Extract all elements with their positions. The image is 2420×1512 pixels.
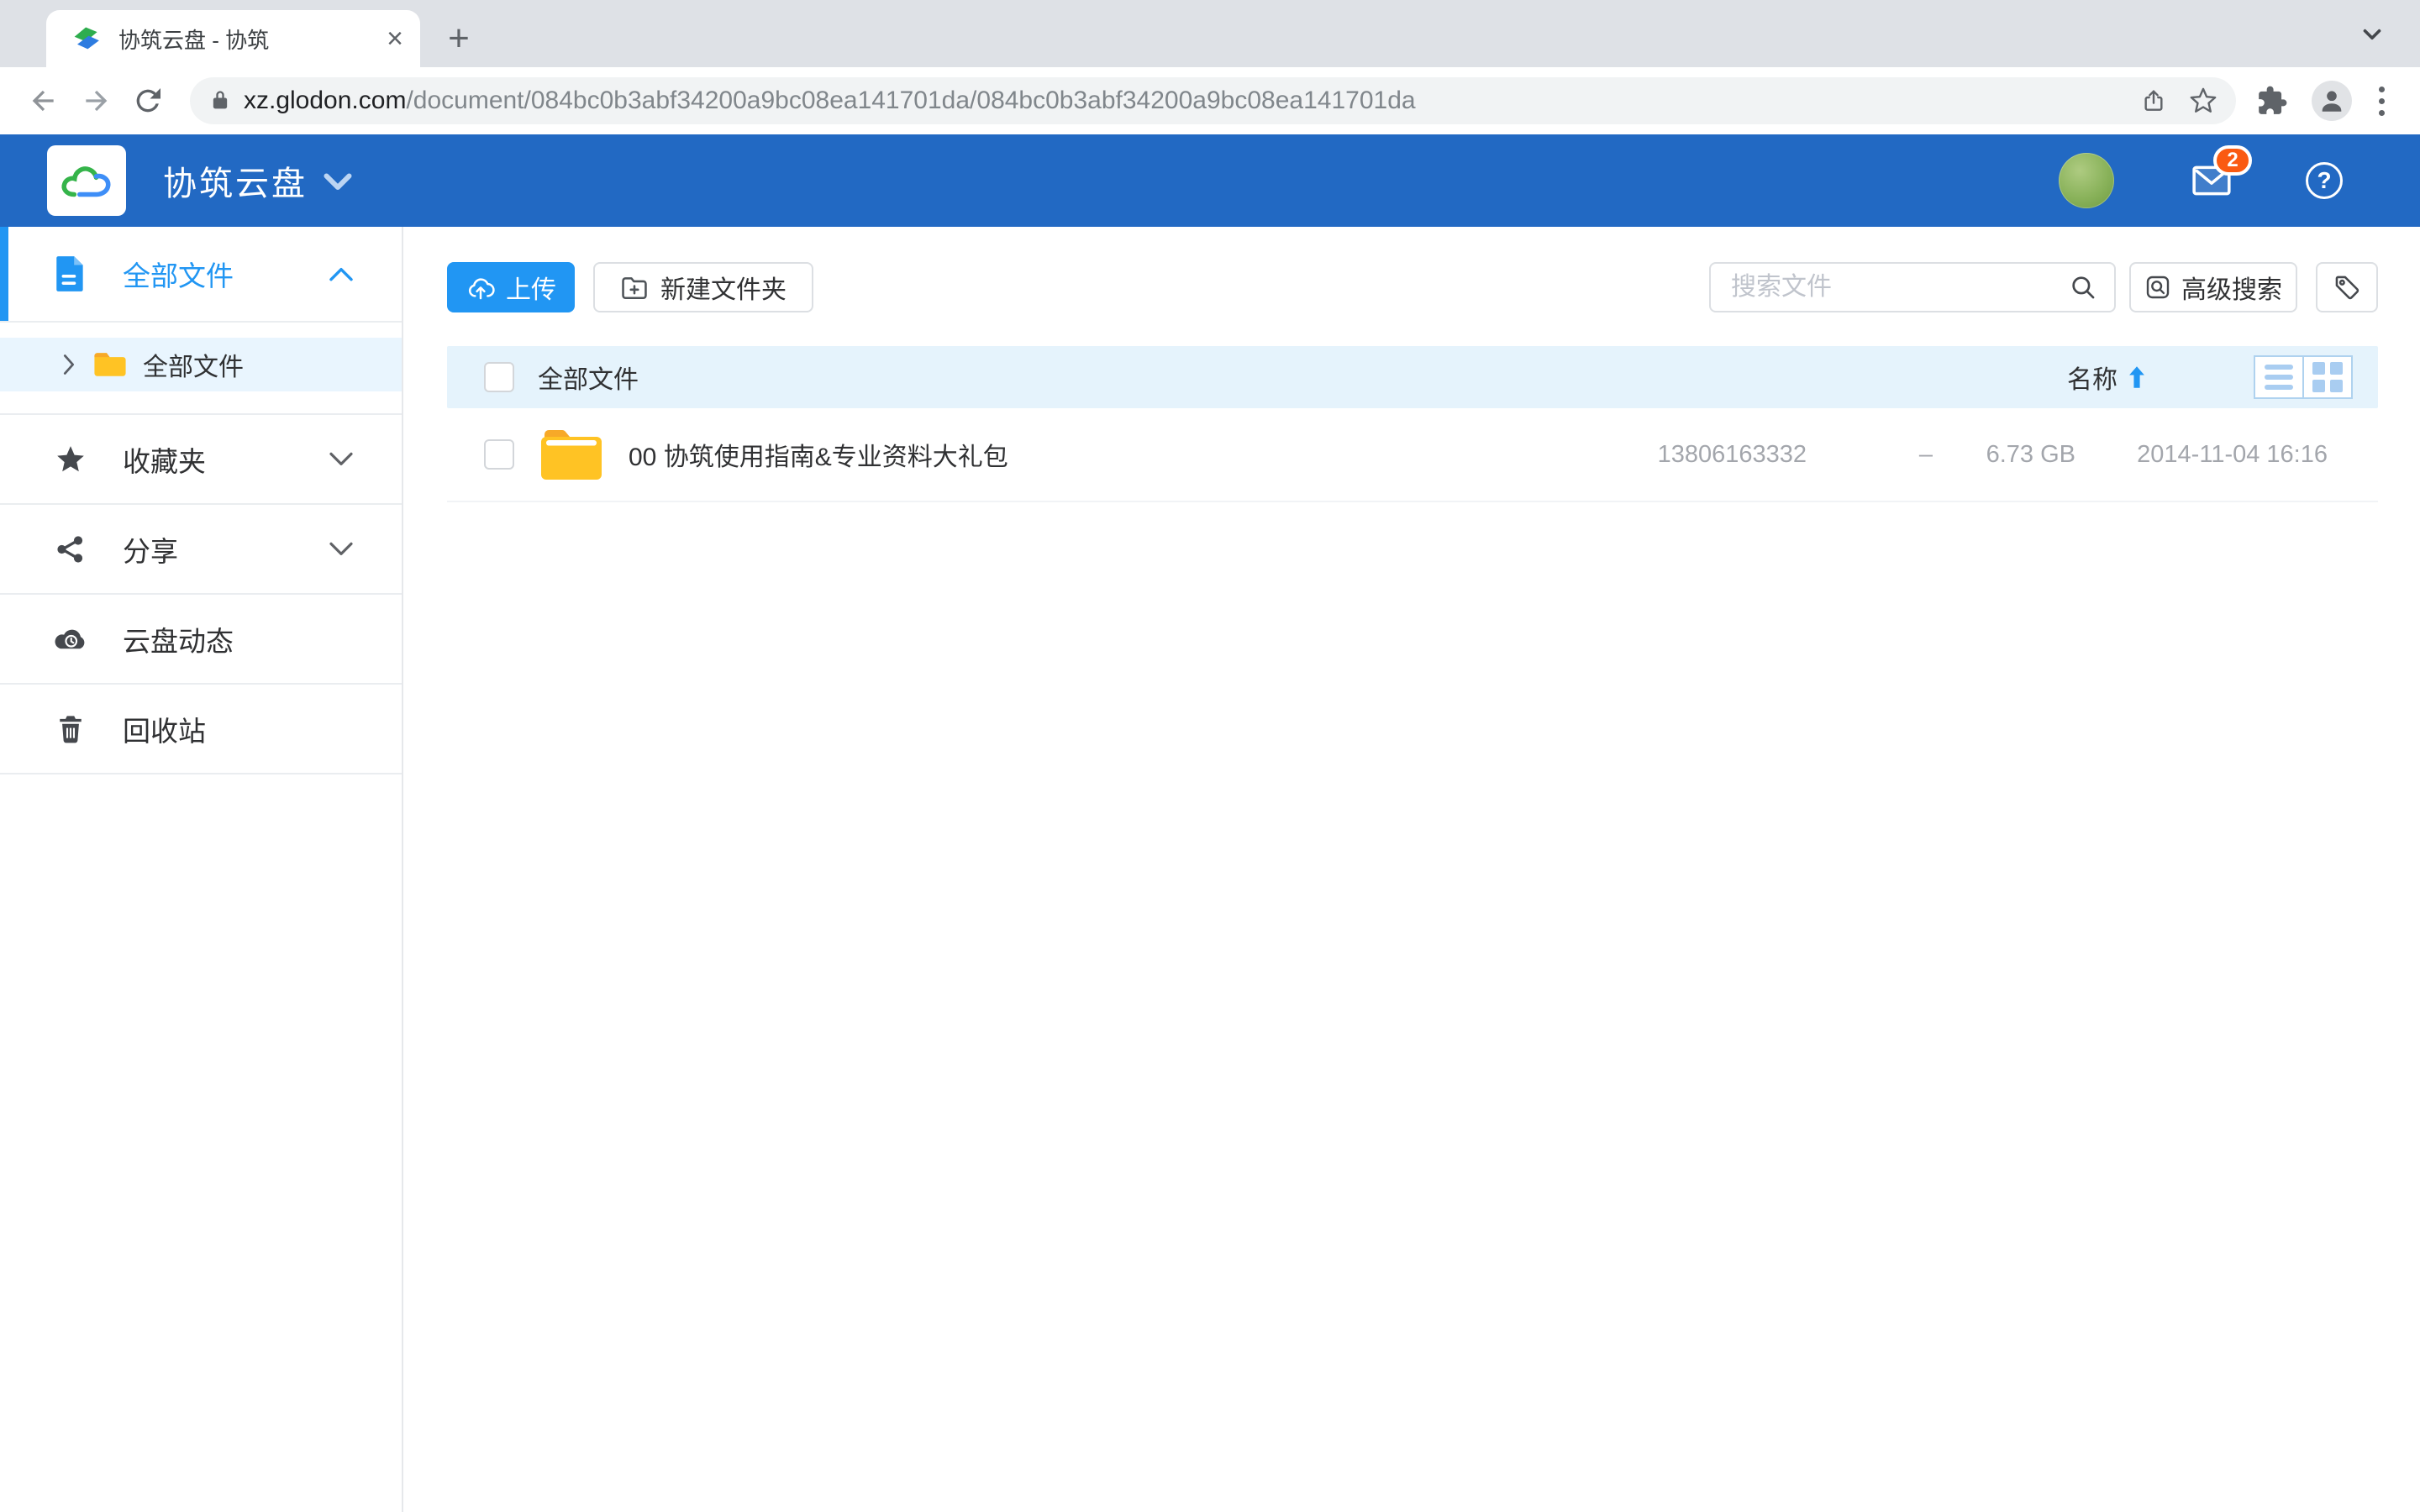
sidebar-item-activity[interactable]: 云盘动态 bbox=[0, 595, 402, 683]
tag-filter-button[interactable] bbox=[2316, 262, 2378, 312]
advanced-search-icon bbox=[2144, 274, 2171, 301]
advanced-search-button[interactable]: 高级搜索 bbox=[2129, 262, 2297, 312]
trash-icon bbox=[52, 713, 89, 745]
active-indicator bbox=[0, 227, 8, 321]
file-version: – bbox=[1807, 441, 1933, 469]
sort-control[interactable]: 名称 bbox=[2067, 359, 2148, 396]
app-switcher-chevron-icon[interactable] bbox=[323, 171, 353, 198]
sidebar-item-label: 全部文件 bbox=[123, 254, 234, 294]
sidebar: 全部文件 全部文件 收藏夹 bbox=[0, 227, 403, 1512]
url-bar[interactable]: xz.glodon.com/document/084bc0b3abf34200a… bbox=[190, 77, 2236, 124]
tag-icon bbox=[2333, 273, 2361, 302]
site-favicon bbox=[70, 24, 100, 54]
tab-close-icon[interactable]: × bbox=[387, 24, 403, 53]
grid-view-icon bbox=[2312, 362, 2343, 392]
tab-search-chevron-icon[interactable] bbox=[2358, 20, 2386, 53]
browser-tab[interactable]: 协筑云盘 - 协筑 × bbox=[46, 10, 420, 67]
chevron-up-icon[interactable] bbox=[328, 265, 355, 283]
file-name[interactable]: 00 协筑使用指南&专业资料大礼包 bbox=[629, 436, 1571, 473]
notification-badge: 2 bbox=[2213, 145, 2252, 176]
cloud-activity-icon bbox=[52, 625, 89, 654]
user-avatar[interactable] bbox=[2059, 153, 2114, 208]
browser-menu-icon[interactable] bbox=[2367, 87, 2396, 116]
chevron-down-icon[interactable] bbox=[328, 450, 355, 469]
upload-label: 上传 bbox=[506, 269, 556, 306]
file-list-header: 全部文件 名称 bbox=[447, 346, 2378, 408]
search-input[interactable] bbox=[1711, 273, 2069, 302]
url-text: xz.glodon.com/document/084bc0b3abf34200a… bbox=[244, 87, 2118, 115]
file-list-header-label: 全部文件 bbox=[538, 359, 639, 396]
sidebar-item-label: 分享 bbox=[123, 529, 178, 570]
sidebar-item-share[interactable]: 分享 bbox=[0, 505, 402, 593]
divider bbox=[0, 321, 402, 323]
lock-icon bbox=[208, 89, 232, 113]
app-header: 协筑云盘 2 ? bbox=[0, 134, 2420, 227]
sidebar-item-recycle-bin[interactable]: 回收站 bbox=[0, 685, 402, 773]
search-icon[interactable] bbox=[2069, 273, 2097, 302]
sidebar-item-favorites[interactable]: 收藏夹 bbox=[0, 415, 402, 503]
header-right-controls: 2 ? bbox=[2059, 153, 2343, 208]
sidebar-item-label: 云盘动态 bbox=[123, 619, 234, 659]
file-owner: 13806163332 bbox=[1571, 441, 1807, 469]
list-view-icon bbox=[2265, 365, 2293, 390]
chrome-right-controls bbox=[2248, 81, 2396, 121]
file-row[interactable]: 00 协筑使用指南&专业资料大礼包 13806163332 – 6.73 GB … bbox=[447, 408, 2378, 502]
app-title: 协筑云盘 bbox=[163, 156, 308, 205]
main-content: 上传 新建文件夹 bbox=[403, 227, 2420, 1512]
sidebar-item-label: 收藏夹 bbox=[123, 439, 206, 480]
select-all-checkbox[interactable] bbox=[484, 362, 514, 392]
view-mode-toggle bbox=[2254, 355, 2353, 399]
browser-toolbar: xz.glodon.com/document/084bc0b3abf34200a… bbox=[0, 67, 2420, 134]
new-tab-button[interactable]: + bbox=[435, 15, 482, 62]
back-icon[interactable] bbox=[24, 81, 64, 121]
grid-view-button[interactable] bbox=[2304, 357, 2351, 397]
tab-title: 协筑云盘 - 协筑 bbox=[118, 24, 387, 55]
chevron-down-icon[interactable] bbox=[328, 540, 355, 559]
sort-ascending-icon bbox=[2126, 365, 2148, 389]
new-folder-label: 新建文件夹 bbox=[660, 269, 786, 306]
bookmark-star-icon[interactable] bbox=[2189, 87, 2217, 115]
sort-label: 名称 bbox=[2067, 359, 2118, 396]
folder-plus-icon bbox=[620, 274, 649, 301]
sidebar-item-all-files[interactable]: 全部文件 bbox=[0, 227, 402, 321]
forward-icon[interactable] bbox=[76, 81, 116, 121]
cloud-upload-icon bbox=[466, 274, 496, 301]
folder-icon bbox=[92, 350, 128, 379]
reload-icon[interactable] bbox=[128, 81, 168, 121]
tree-item-all-files[interactable]: 全部文件 bbox=[0, 338, 402, 391]
new-folder-button[interactable]: 新建文件夹 bbox=[593, 262, 813, 312]
list-view-button[interactable] bbox=[2255, 357, 2304, 397]
advanced-search-label: 高级搜索 bbox=[2181, 269, 2282, 306]
upload-button[interactable]: 上传 bbox=[447, 262, 575, 312]
file-toolbar: 上传 新建文件夹 bbox=[447, 262, 2378, 312]
file-size: 6.73 GB bbox=[1933, 441, 2075, 469]
share-icon bbox=[52, 533, 89, 565]
sidebar-item-label: 回收站 bbox=[123, 709, 206, 749]
url-domain: xz.glodon.com bbox=[244, 87, 406, 114]
divider bbox=[0, 773, 402, 774]
row-checkbox[interactable] bbox=[484, 439, 514, 470]
chevron-right-icon[interactable] bbox=[59, 353, 79, 376]
star-icon bbox=[52, 444, 89, 475]
file-modified-date: 2014-11-04 16:16 bbox=[2075, 441, 2328, 469]
tree-item-label: 全部文件 bbox=[143, 346, 244, 383]
browser-profile-icon[interactable] bbox=[2312, 81, 2352, 121]
search-box bbox=[1709, 262, 2116, 312]
url-path: /document/084bc0b3abf34200a9bc08ea141701… bbox=[406, 87, 1415, 114]
browser-tab-strip: 协筑云盘 - 协筑 × + bbox=[0, 0, 2420, 67]
extensions-icon[interactable] bbox=[2256, 85, 2288, 117]
app-logo bbox=[47, 145, 126, 216]
folder-icon bbox=[539, 428, 603, 481]
share-page-icon[interactable] bbox=[2140, 87, 2167, 114]
document-icon bbox=[52, 255, 89, 293]
notifications-button[interactable]: 2 bbox=[2191, 162, 2233, 199]
help-button[interactable]: ? bbox=[2306, 162, 2343, 199]
